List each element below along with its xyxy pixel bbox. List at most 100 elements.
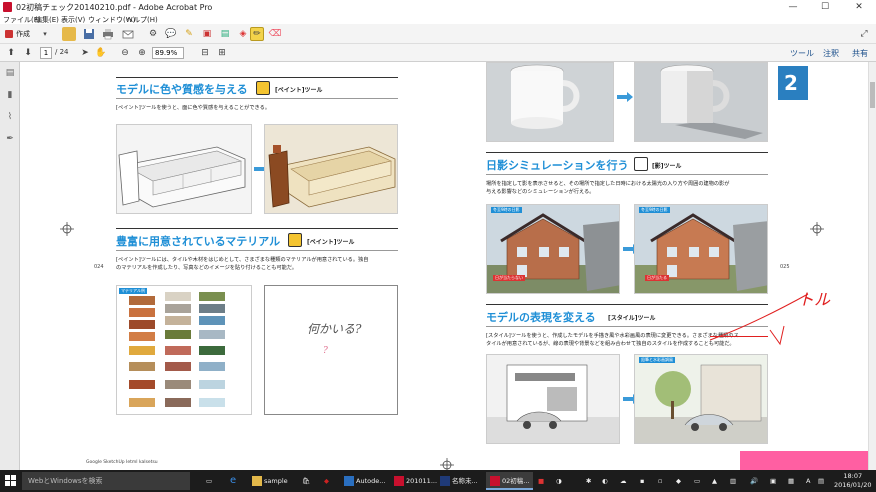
swatch [199,304,225,313]
document-view[interactable]: モデルに色や質感を与える [ペイント]ツール [ペイント]ツールを使うと、面に色… [20,62,868,470]
acrobat-icon [394,476,404,486]
scrollbar-thumb[interactable] [870,82,875,108]
tray-app-icon-1[interactable]: ■ [538,472,544,490]
section-text-materials-1: [ペイント]ツールには、タイルや木材をはじめとして、さまざまな種類のマテリアルが… [116,257,369,263]
task-view-icon[interactable]: ▭ [206,472,212,490]
hand-tool-icon[interactable]: ✋ [94,46,108,60]
edge-browser-icon[interactable]: e [230,472,236,490]
tray-icon-7[interactable]: ▥ [730,472,736,490]
store-icon[interactable]: 🛍 [302,472,310,490]
zoom-out-icon[interactable]: ⊖ [118,46,132,60]
bookmarks-icon[interactable]: ▮ [4,90,16,102]
signatures-icon[interactable]: ✒ [4,134,16,146]
page-number-right: 025 [780,264,790,270]
vertical-scrollbar[interactable] [868,62,876,470]
open-folder-icon[interactable] [62,27,76,41]
taskbar-item-autodesk[interactable]: Autode... [344,472,385,490]
cloud-icon[interactable]: ☁ [620,472,627,490]
stamp-icon[interactable]: ▣ [200,27,214,41]
highlighter-pen-icon[interactable]: ✏ [250,27,264,41]
taskbar-item-sample[interactable]: sample [252,472,288,490]
volume-icon[interactable]: 🔊 [750,472,758,490]
swatch [165,380,191,389]
maximize-button[interactable]: ☐ [810,1,840,13]
bluetooth-icon[interactable]: ✱ [586,472,591,490]
close-button[interactable]: ✕ [844,1,874,13]
attach-file-icon[interactable]: ▤ [218,27,232,41]
section-text-shadow-2: 与える影響などのシミュレーションが行える。 [486,189,595,195]
email-icon[interactable] [121,27,135,41]
handwritten-red-note: トル [798,290,831,309]
taskbar-item-photoshop[interactable]: 名称未... [440,472,478,490]
minimize-button[interactable]: — [778,1,808,13]
swatch [199,362,225,371]
zoom-in-icon[interactable]: ⊕ [135,46,149,60]
footer-text: Google SketchUp Ietml kaIsetsu [86,460,158,465]
section-title-paint: モデルに色や質感を与える [116,83,248,96]
antivirus-icon[interactable]: ◆ [324,472,329,490]
eraser-icon[interactable]: ⌫ [268,27,282,41]
page-thumbnails-icon[interactable]: ▤ [4,68,16,80]
taskbar-item-acrobat-active[interactable]: 02初稿... [486,472,534,490]
section-title-style: モデルの表現を変える [486,311,596,324]
print-icon[interactable] [101,27,115,41]
taskbar-clock[interactable]: 18:07 2016/01/20 [834,472,871,490]
tray-icon-4[interactable]: ▪ [640,472,644,490]
taskbar-search-box[interactable]: WebとWindowsを検索 [22,472,190,490]
page-number-input[interactable]: 1 [40,47,52,59]
previous-page-icon[interactable]: ⬆ [4,46,18,60]
shadow-time-label-2: 冬至9時の日影 [639,207,670,213]
swatch [199,380,225,389]
expand-panel-icon[interactable]: ⤢ [857,27,871,41]
tab-tools[interactable]: ツール [790,48,814,59]
select-cursor-icon[interactable]: ➤ [78,46,92,60]
keyboard-icon[interactable]: ▦ [788,472,794,490]
taskbar-item-acrobat-1[interactable]: 201011... [394,472,437,490]
tray-icon-5[interactable]: ▫ [658,472,662,490]
tool-tag-paint: [ペイント]ツール [275,87,323,94]
swatch [199,292,225,301]
battery-icon[interactable]: ▭ [694,472,700,490]
page-total-label: / 24 [55,48,69,56]
tool-tag-paint-2: [ペイント]ツール [307,239,355,246]
style-watercolor-image: 鉛筆と水彩画調風 [634,354,768,444]
taskbar-item-label: 02初稿... [502,477,530,485]
swatch [129,308,155,317]
network-icon[interactable]: ▲ [712,472,717,490]
section-text-shadow-1: 場所を指定して影を表示させると、その場所で指定した日時における太陽光の入り方や周… [486,181,730,187]
swatch [165,304,191,313]
sofa-white-image [116,124,252,214]
tray-icon-3[interactable]: ◐ [602,472,608,490]
tab-share[interactable]: 共有 [852,48,868,59]
title-bar: 02初稿チェック20140210.pdf - Adobe Acrobat Pro… [0,0,876,14]
crop-mark-left [60,222,74,236]
main-toolbar: 作成 ▾ ⚙ 💬 ✎ ▣ ▤ ◈ ✏ ⌫ ⤢ [0,24,876,44]
windows-start-icon[interactable] [5,475,16,486]
swatch [199,316,225,325]
tray-icon-6[interactable]: ◆ [676,472,681,490]
tray-app-icon-2[interactable]: ◑ [556,472,562,490]
notification-icon[interactable]: ▤ [818,472,824,490]
section-divider-2 [116,228,398,229]
highlight-comment-icon[interactable]: ✎ [182,27,196,41]
shadow-time-label-1: 冬至9時の日影 [491,207,522,213]
fit-width-icon[interactable]: ⊞ [215,46,229,60]
zoom-level-select[interactable]: 89.9% [152,47,184,59]
settings-gear-icon[interactable]: ⚙ [146,27,160,41]
swatch [165,346,191,355]
comment-bubble-icon[interactable]: 💬 [164,27,178,41]
action-center-icon[interactable]: ▣ [770,472,776,490]
sign-icon[interactable]: ◈ [236,27,250,41]
dropdown-arrow-icon[interactable]: ▾ [38,27,52,41]
save-icon[interactable] [82,27,96,41]
attachments-icon[interactable]: ⌇ [4,112,16,124]
sticky-note-annotation[interactable] [740,451,868,470]
ime-indicator[interactable]: A [806,472,810,490]
next-page-icon[interactable]: ⬇ [21,46,35,60]
tab-comment[interactable]: 注釈 [823,48,839,59]
crop-mark-bottom [440,458,454,470]
fit-page-icon[interactable]: ⊟ [198,46,212,60]
chapter-tab: 2 [778,66,808,100]
materials-sample-image: マテリアル例 [116,285,252,415]
create-button[interactable]: 作成 [4,27,30,41]
